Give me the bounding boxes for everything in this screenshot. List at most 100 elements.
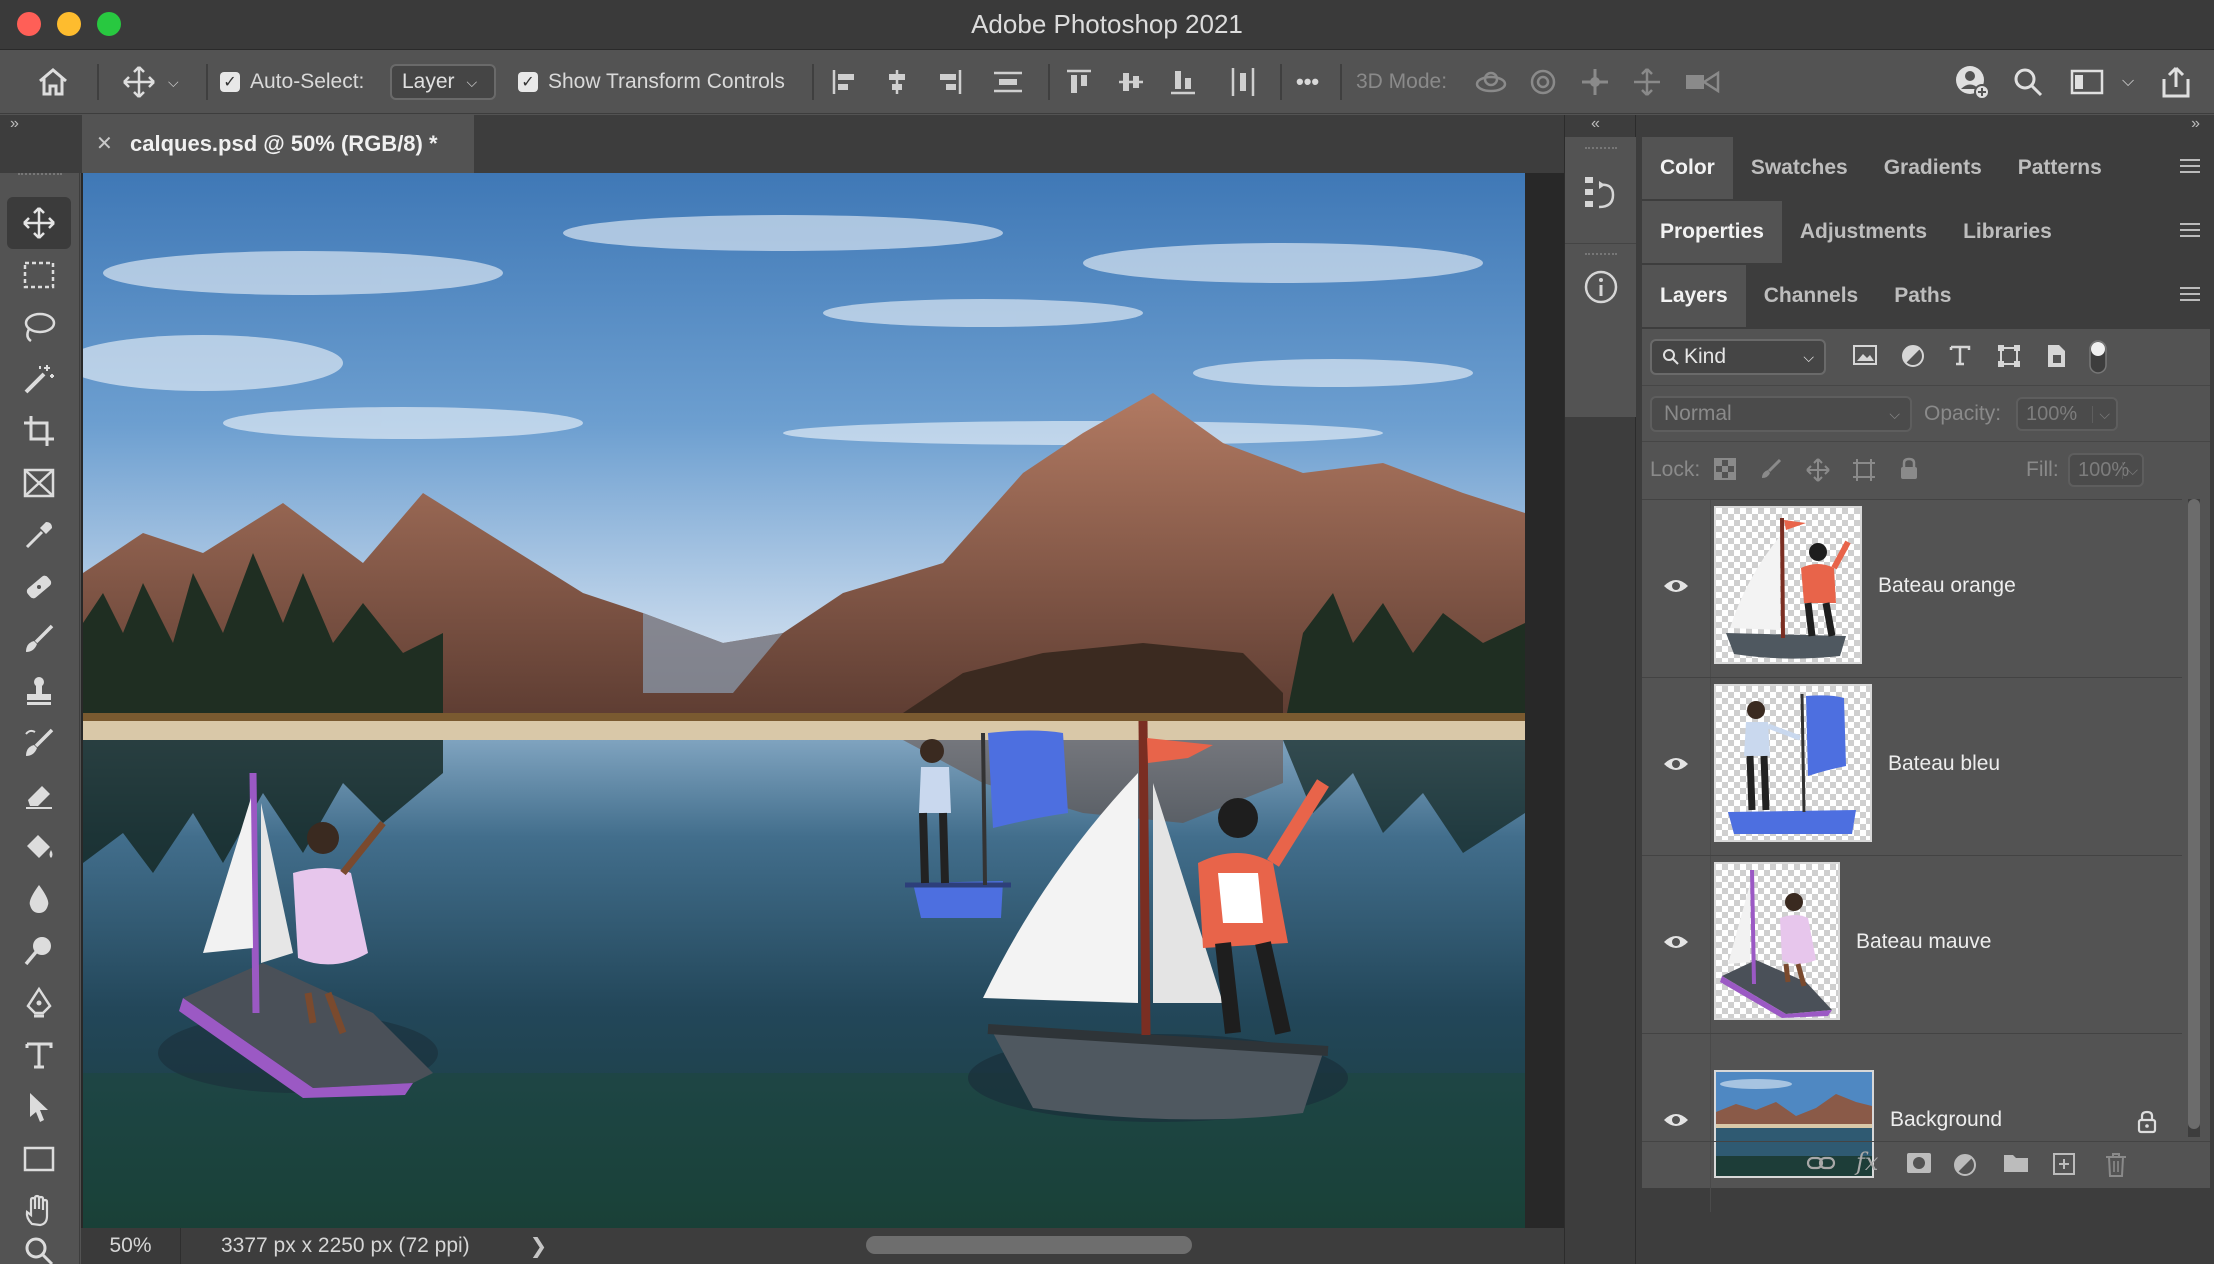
layer-row[interactable]: Bateau mauve (1642, 855, 2182, 1034)
visibility-toggle[interactable] (1662, 1110, 1690, 1135)
document-canvas[interactable] (83, 173, 1525, 1228)
show-transform-controls-checkbox[interactable]: ✓ Show Transform Controls (518, 50, 785, 114)
tab-swatches[interactable]: Swatches (1733, 137, 1866, 199)
share-button[interactable] (2160, 50, 2192, 114)
clone-stamp-tool[interactable] (7, 665, 71, 717)
pen-tool[interactable] (7, 977, 71, 1029)
align-horizontal-centers-button[interactable] (882, 50, 912, 114)
filter-smart-object-button[interactable] (2044, 343, 2068, 374)
crop-tool[interactable] (7, 405, 71, 457)
tab-patterns[interactable]: Patterns (2000, 137, 2120, 199)
type-tool[interactable] (7, 1029, 71, 1081)
filter-adjustment-button[interactable] (1900, 343, 1926, 374)
3d-scale-button[interactable] (1684, 50, 1720, 114)
filter-pixel-button[interactable] (1852, 343, 1878, 372)
eyedropper-tool[interactable] (7, 509, 71, 561)
home-button[interactable] (36, 50, 70, 114)
layer-filter-kind-dropdown[interactable]: Kind ⌵ (1650, 339, 1826, 375)
visibility-toggle[interactable] (1662, 754, 1690, 779)
align-vertical-centers-button[interactable] (1116, 50, 1146, 114)
3d-orbit-button[interactable] (1474, 50, 1508, 114)
zoom-tool[interactable] (7, 1237, 71, 1264)
move-tool-preset-button[interactable]: ⌵ (122, 50, 179, 114)
tab-channels[interactable]: Channels (1746, 265, 1877, 327)
chevron-right-icon[interactable]: ❯ (530, 1234, 548, 1259)
distribute-horizontally-button[interactable] (1228, 50, 1258, 114)
lock-all-button[interactable] (1898, 457, 1920, 486)
share-user-button[interactable] (1954, 50, 1990, 114)
visibility-toggle[interactable] (1662, 932, 1690, 957)
align-right-edges-button[interactable] (934, 50, 964, 114)
fx-icon[interactable]: fx (1856, 1148, 1878, 1176)
marquee-tool[interactable] (7, 249, 71, 301)
tab-gradients[interactable]: Gradients (1866, 137, 2000, 199)
background-lock-icon[interactable] (2136, 1110, 2158, 1139)
info-panel-button[interactable] (1583, 269, 1619, 310)
layer-row[interactable]: Bateau bleu (1642, 677, 2182, 856)
tab-color[interactable]: Color (1642, 137, 1733, 199)
new-adjustment-layer-button[interactable] (1952, 1152, 1980, 1183)
auto-select-checkbox[interactable]: ✓ Auto-Select: (220, 50, 364, 114)
lock-artboard-button[interactable] (1852, 458, 1876, 487)
layers-scrollbar-thumb[interactable] (2188, 499, 2200, 1129)
workspace-dropdown[interactable]: ⌵ (2122, 50, 2134, 114)
panel-menu-icon[interactable] (2180, 223, 2200, 241)
history-panel-button[interactable] (1583, 173, 1619, 218)
add-mask-button[interactable] (1906, 1152, 1932, 1179)
toolbar-grip[interactable] (18, 173, 62, 181)
canvas-horizontal-scrollbar[interactable] (866, 1236, 1192, 1254)
move-tool[interactable] (7, 197, 71, 249)
new-layer-button[interactable] (2052, 1152, 2076, 1181)
close-icon[interactable]: ✕ (96, 131, 113, 156)
tab-adjustments[interactable]: Adjustments (1782, 201, 1945, 263)
dock-grip[interactable] (1585, 253, 1617, 261)
paint-bucket-tool[interactable] (7, 821, 71, 873)
filter-type-button[interactable] (1948, 343, 1972, 372)
hand-tool[interactable] (7, 1185, 71, 1237)
lasso-tool[interactable] (7, 301, 71, 353)
align-bottom-edges-button[interactable] (1168, 50, 1198, 114)
align-top-edges-button[interactable] (1064, 50, 1094, 114)
path-selection-tool[interactable] (7, 1081, 71, 1133)
align-left-edges-button[interactable] (830, 50, 860, 114)
dock-grip[interactable] (1585, 147, 1617, 155)
workspace-button[interactable] (2070, 50, 2104, 114)
panel-menu-icon[interactable] (2180, 287, 2200, 305)
blend-mode-dropdown[interactable]: Normal ⌵ (1650, 396, 1912, 432)
dodge-tool[interactable] (7, 925, 71, 977)
layer-row[interactable]: Bateau orange (1642, 499, 2182, 678)
expand-toolbar-icon[interactable]: » (10, 115, 19, 133)
brush-tool[interactable] (7, 613, 71, 665)
zoom-level-field[interactable]: 50% (81, 1228, 181, 1264)
lock-transparent-pixels-button[interactable] (1714, 458, 1736, 485)
link-layers-button[interactable] (1806, 1152, 1836, 1179)
collapse-panels-icon[interactable]: » (2191, 115, 2200, 133)
document-tab[interactable]: ✕ calques.psd @ 50% (RGB/8) * (82, 115, 474, 173)
fill-field[interactable]: 100% ⌵ (2068, 453, 2144, 487)
tab-properties[interactable]: Properties (1642, 201, 1782, 263)
search-button[interactable] (2012, 50, 2044, 114)
tab-layers[interactable]: Layers (1642, 265, 1746, 327)
auto-select-dropdown[interactable]: Layer ⌵ (390, 64, 496, 100)
blur-tool[interactable] (7, 873, 71, 925)
3d-pan-button[interactable] (1580, 50, 1610, 114)
magic-wand-tool[interactable] (7, 353, 71, 405)
panel-menu-icon[interactable] (2180, 159, 2200, 177)
3d-slide-button[interactable] (1632, 50, 1662, 114)
visibility-toggle[interactable] (1662, 576, 1690, 601)
rectangle-tool[interactable] (7, 1133, 71, 1185)
more-options-button[interactable]: ••• (1296, 50, 1319, 114)
tab-paths[interactable]: Paths (1876, 265, 1969, 327)
tab-libraries[interactable]: Libraries (1945, 201, 2070, 263)
delete-layer-button[interactable] (2104, 1152, 2128, 1183)
eraser-tool[interactable] (7, 769, 71, 821)
new-group-button[interactable] (2002, 1152, 2030, 1179)
distribute-vertically-button[interactable] (992, 50, 1024, 114)
lock-image-pixels-button[interactable] (1760, 458, 1782, 485)
history-brush-tool[interactable] (7, 717, 71, 769)
lock-position-button[interactable] (1806, 458, 1830, 487)
frame-tool[interactable] (7, 457, 71, 509)
healing-brush-tool[interactable] (7, 561, 71, 613)
opacity-field[interactable]: 100% ⌵ (2016, 397, 2118, 431)
3d-roll-button[interactable] (1528, 50, 1558, 114)
